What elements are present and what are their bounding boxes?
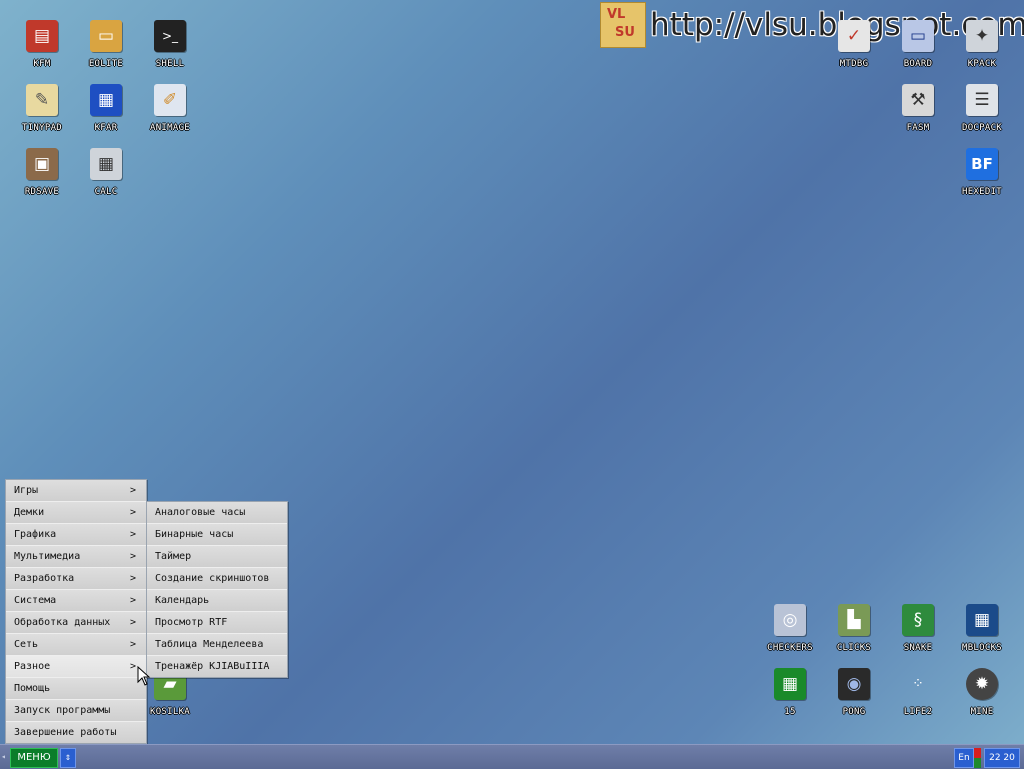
mouse-cursor-icon xyxy=(137,666,151,686)
desktop-icon-animage[interactable]: ✐ ANIMAGE xyxy=(138,70,202,134)
desktop-icon-mtdbg[interactable]: ✓ MTDBG xyxy=(822,6,886,70)
desktop-icon-docpack[interactable]: ☰ DOCPACK xyxy=(950,70,1014,134)
desktop-icon-shell[interactable]: >_ SHELL xyxy=(138,6,202,70)
menu-item-run-program[interactable]: Запуск программы xyxy=(6,700,146,722)
desktop-icon-calc[interactable]: ▦ CALC xyxy=(74,134,138,198)
menu-item-development[interactable]: Разработка > xyxy=(6,568,146,590)
terminal-icon: >_ xyxy=(154,20,186,52)
menu-item-graphics[interactable]: Графика > xyxy=(6,524,146,546)
desktop-icon-clicks[interactable]: ▙ CLICKS xyxy=(822,590,886,654)
life-icon: ⁘ xyxy=(912,676,924,692)
menu-item-help[interactable]: Помощь xyxy=(6,678,146,700)
desktop-icon-kfm[interactable]: ▤ KFM xyxy=(10,6,74,70)
submenu-item-binary-clock[interactable]: Бинарные часы xyxy=(147,524,287,546)
desktop-icon-checkers[interactable]: ◎ CHECKERS xyxy=(758,590,822,654)
submenu-item-rtf-viewer[interactable]: Просмотр RTF xyxy=(147,612,287,634)
main-menu: Игры > Демки > Графика > Мультимедиа > Разра… xyxy=(5,479,147,744)
taskbar-left-arrow-icon[interactable]: ◂ xyxy=(1,752,6,761)
submenu-item-screenshot[interactable]: Создание скриншотов xyxy=(147,568,287,590)
menu-item-system[interactable]: Система > xyxy=(6,590,146,612)
menu-item-misc[interactable]: Разное > xyxy=(6,656,146,678)
menu-arrow: > xyxy=(129,529,136,540)
folder-icon: ▭ xyxy=(90,20,122,52)
submenu-item-calendar[interactable]: Календарь xyxy=(147,590,287,612)
desktop-icon-board[interactable]: ▭ BOARD xyxy=(886,6,950,70)
desktop-icon-tinypad[interactable]: ✎ TINYPAD xyxy=(10,70,74,134)
desktop-icon-kpack[interactable]: ✦ KPACK xyxy=(950,6,1014,70)
hexedit-icon: BF xyxy=(966,148,998,180)
pong-icon: ◉ xyxy=(838,668,870,700)
mine-icon: ✹ xyxy=(966,668,998,700)
desktop-icon-15[interactable]: ▦ 15 xyxy=(758,654,822,718)
menu-arrow: > xyxy=(129,507,136,518)
menu-item-multimedia[interactable]: Мультимедиа > xyxy=(6,546,146,568)
desktop-icon-hexedit[interactable]: BF HEXEDIT xyxy=(950,134,1014,198)
menu-item-demos[interactable]: Демки > xyxy=(6,502,146,524)
desktop-icon-pong[interactable]: ◉ PONG xyxy=(822,654,886,718)
snake-icon: § xyxy=(902,604,934,636)
menu-arrow: > xyxy=(129,485,136,496)
menu-arrow: > xyxy=(129,551,136,562)
clock[interactable]: 22 20 xyxy=(984,748,1020,768)
misc-submenu: Аналоговые часы Бинарные часы Таймер Соз… xyxy=(146,501,288,678)
desktop-icon-mblocks[interactable]: ▦ MBLOCKS xyxy=(950,590,1014,654)
cpu-load-indicator xyxy=(974,748,981,768)
desktop-icon-rdsave[interactable]: ▣ RDSAVE xyxy=(10,134,74,198)
submenu-item-analog-clock[interactable]: Аналоговые часы xyxy=(147,502,287,524)
menu-arrow: > xyxy=(129,639,136,650)
floppy-icon: ▤ xyxy=(26,20,58,52)
desktop-icon-kfar[interactable]: ▦ KFAR xyxy=(74,70,138,134)
notepad-icon: ✎ xyxy=(26,84,58,116)
submenu-item-keyboard-trainer[interactable]: Тренажёр KJIABuIIIA xyxy=(147,656,287,677)
checkers-icon: ◎ xyxy=(774,604,806,636)
menu-button[interactable]: МЕНЮ xyxy=(10,748,58,768)
fasm-icon: ⚒ xyxy=(902,84,934,116)
cabinet-icon: ☰ xyxy=(966,84,998,116)
vlsu-logo: VL SU xyxy=(600,2,646,48)
menu-arrow: > xyxy=(129,595,136,606)
mblocks-icon: ▦ xyxy=(966,604,998,636)
desktop-icon-snake[interactable]: § SNAKE xyxy=(886,590,950,654)
submenu-item-timer[interactable]: Таймер xyxy=(147,546,287,568)
fifteen-icon: ▦ xyxy=(774,668,806,700)
desktop-icon-eolite[interactable]: ▭ EOLITE xyxy=(74,6,138,70)
clicks-icon: ▙ xyxy=(838,604,870,636)
menu-item-data-processing[interactable]: Обработка данных > xyxy=(6,612,146,634)
menu-item-network[interactable]: Сеть > xyxy=(6,634,146,656)
calculator-icon: ▦ xyxy=(90,148,122,180)
menu-item-games[interactable]: Игры > xyxy=(6,480,146,502)
submenu-item-periodic-table[interactable]: Таблица Менделеева xyxy=(147,634,287,656)
taskbar-scroll-arrows-icon[interactable]: ⇕ xyxy=(60,748,76,768)
menu-item-shutdown[interactable]: Завершение работы xyxy=(6,722,146,743)
desktop-icon-fasm[interactable]: ⚒ FASM xyxy=(886,70,950,134)
board-icon: ▭ xyxy=(902,20,934,52)
language-indicator[interactable]: En xyxy=(954,748,974,768)
menu-arrow: > xyxy=(129,661,136,672)
package-icon: ✦ xyxy=(966,20,998,52)
kfar-icon: ▦ xyxy=(90,84,122,116)
menu-arrow: > xyxy=(129,573,136,584)
disk-save-icon: ▣ xyxy=(26,148,58,180)
desktop-icon-life2[interactable]: ⁘ LIFE2 xyxy=(886,654,950,718)
debugger-icon: ✓ xyxy=(838,20,870,52)
paint-icon: ✐ xyxy=(154,84,186,116)
desktop-icon-mine[interactable]: ✹ MINE xyxy=(950,654,1014,718)
menu-arrow: > xyxy=(129,617,136,628)
taskbar: ◂ МЕНЮ ⇕ En 22 20 xyxy=(0,744,1024,769)
